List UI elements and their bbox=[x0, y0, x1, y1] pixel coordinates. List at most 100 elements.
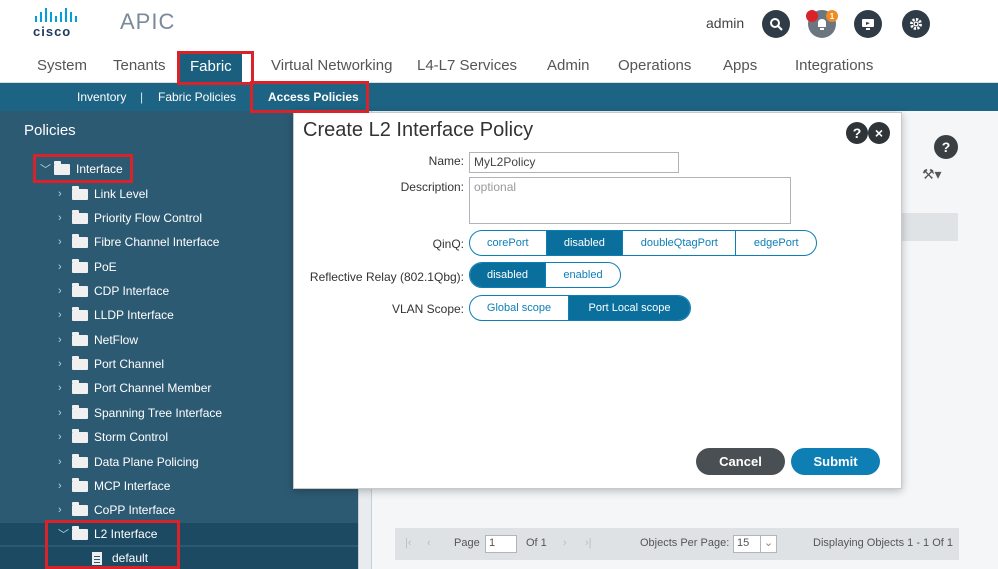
tree-label: CDP Interface bbox=[94, 284, 170, 298]
chevron-right-icon[interactable]: › bbox=[58, 309, 72, 321]
notification-count: 1 bbox=[826, 10, 838, 22]
tools-icon[interactable]: ⚒▾ bbox=[922, 166, 942, 183]
folder-icon bbox=[72, 428, 88, 443]
tree-item-cdp-interface[interactable]: › CDP Interface bbox=[58, 280, 169, 302]
tab-system[interactable]: System bbox=[37, 57, 87, 74]
chevron-down-icon[interactable]: ⌄ bbox=[760, 536, 776, 552]
chevron-right-icon[interactable]: › bbox=[58, 334, 72, 346]
submit-button[interactable]: Submit bbox=[791, 448, 880, 475]
vlan-scope-selector: Global scope Port Local scope bbox=[469, 295, 691, 321]
tab-l4-l7-services[interactable]: L4-L7 Services bbox=[417, 57, 517, 74]
folder-icon bbox=[54, 160, 70, 175]
qinq-option-coreport[interactable]: corePort bbox=[470, 231, 547, 255]
gear-icon[interactable] bbox=[902, 10, 930, 38]
chevron-right-icon[interactable]: › bbox=[58, 212, 72, 224]
tab-admin[interactable]: Admin bbox=[547, 57, 590, 74]
tree-item-fibre-channel-interface[interactable]: › Fibre Channel Interface bbox=[58, 231, 219, 253]
qinq-option-disabled[interactable]: disabled bbox=[546, 231, 624, 255]
close-icon[interactable]: × bbox=[868, 122, 890, 144]
vlan-option-port-local-scope[interactable]: Port Local scope bbox=[569, 296, 690, 320]
tree-item-l2-interface[interactable]: ﹀ L2 Interface bbox=[0, 523, 358, 545]
help-icon[interactable]: ? bbox=[846, 122, 868, 144]
subtab-access-policies[interactable]: Access Policies bbox=[268, 90, 359, 104]
dialog-title: Create L2 Interface Policy bbox=[303, 119, 534, 141]
chevron-down-icon[interactable]: ﹀ bbox=[40, 161, 54, 177]
tree-item-link-level[interactable]: › Link Level bbox=[58, 183, 148, 205]
qinq-option-doubleqtagport[interactable]: doubleQtagPort bbox=[623, 231, 737, 255]
prev-page-icon[interactable]: ‹ bbox=[427, 537, 431, 549]
subnav-separator: | bbox=[140, 90, 144, 104]
folder-icon bbox=[72, 258, 88, 273]
qinq-option-edgeport[interactable]: edgePort bbox=[736, 231, 816, 255]
screen-icon[interactable] bbox=[854, 10, 882, 38]
tab-fabric[interactable]: Fabric bbox=[180, 51, 242, 83]
reflective-relay-label: Reflective Relay (802.1Qbg): bbox=[309, 270, 464, 284]
tab-integrations[interactable]: Integrations bbox=[795, 57, 873, 74]
tree-item-port-channel-member[interactable]: › Port Channel Member bbox=[58, 377, 211, 399]
tree-label: Port Channel Member bbox=[94, 381, 212, 395]
chevron-right-icon[interactable]: › bbox=[58, 407, 72, 419]
folder-icon bbox=[72, 233, 88, 248]
tree-label: CoPP Interface bbox=[94, 503, 176, 517]
tree-label: Priority Flow Control bbox=[94, 211, 203, 225]
next-page-icon[interactable]: › bbox=[563, 537, 567, 549]
tree-label: LLDP Interface bbox=[94, 308, 174, 322]
tab-operations[interactable]: Operations bbox=[618, 57, 691, 74]
page-input[interactable]: 1 bbox=[485, 535, 517, 553]
folder-icon bbox=[72, 404, 88, 419]
reflective-option-disabled[interactable]: disabled bbox=[470, 263, 546, 287]
tree-item-copp-interface[interactable]: › CoPP Interface bbox=[58, 499, 175, 521]
folder-icon bbox=[72, 209, 88, 224]
name-label: Name: bbox=[428, 154, 464, 168]
chevron-right-icon[interactable]: › bbox=[58, 358, 72, 370]
main-nav: System Tenants Fabric Virtual Networking… bbox=[0, 47, 998, 83]
chevron-right-icon[interactable]: › bbox=[58, 431, 72, 443]
subnav-separator: | bbox=[250, 90, 254, 104]
cancel-button[interactable]: Cancel bbox=[696, 448, 785, 475]
per-page-select[interactable]: 15 ⌄ bbox=[733, 535, 777, 553]
tree-label: Interface bbox=[76, 162, 123, 176]
tab-virtual-networking[interactable]: Virtual Networking bbox=[271, 57, 392, 74]
page-label: Page bbox=[454, 537, 480, 549]
sidebar-title: Policies bbox=[24, 122, 76, 139]
subtab-fabric-policies[interactable]: Fabric Policies bbox=[158, 90, 236, 104]
user-menu[interactable]: admin bbox=[706, 15, 744, 31]
tree-item-lldp-interface[interactable]: › LLDP Interface bbox=[58, 304, 174, 326]
tab-apps[interactable]: Apps bbox=[723, 57, 757, 74]
chevron-right-icon[interactable]: › bbox=[58, 456, 72, 468]
search-icon[interactable] bbox=[762, 10, 790, 38]
chevron-right-icon[interactable]: › bbox=[58, 480, 72, 492]
first-page-icon[interactable]: |‹ bbox=[405, 537, 412, 549]
alert-dot bbox=[806, 10, 818, 22]
table-pager: |‹ ‹ Page 1 Of 1 › ›| Objects Per Page: … bbox=[395, 528, 959, 560]
chevron-right-icon[interactable]: › bbox=[58, 504, 72, 516]
tree-item-port-channel[interactable]: › Port Channel bbox=[58, 353, 164, 375]
subtab-inventory[interactable]: Inventory bbox=[77, 90, 126, 104]
chevron-down-icon[interactable]: ﹀ bbox=[58, 526, 72, 542]
chevron-right-icon[interactable]: › bbox=[58, 382, 72, 394]
chevron-right-icon[interactable]: › bbox=[58, 285, 72, 297]
tree-item-spanning-tree-interface[interactable]: › Spanning Tree Interface bbox=[58, 402, 222, 424]
description-field[interactable]: optional bbox=[469, 177, 791, 224]
tree-item-priority-flow-control[interactable]: › Priority Flow Control bbox=[58, 207, 202, 229]
help-icon[interactable]: ? bbox=[934, 135, 958, 159]
vlan-option-global-scope[interactable]: Global scope bbox=[470, 296, 569, 320]
tree-item-default[interactable]: default bbox=[0, 547, 358, 569]
folder-icon bbox=[72, 453, 88, 468]
last-page-icon[interactable]: ›| bbox=[585, 537, 592, 549]
chevron-right-icon[interactable]: › bbox=[58, 236, 72, 248]
tree-label: Fibre Channel Interface bbox=[94, 235, 220, 249]
name-field[interactable]: MyL2Policy bbox=[469, 152, 679, 173]
chevron-right-icon[interactable]: › bbox=[58, 188, 72, 200]
tree-item-interface[interactable]: ﹀ Interface bbox=[40, 158, 123, 180]
tree-item-storm-control[interactable]: › Storm Control bbox=[58, 426, 168, 448]
tree-item-netflow[interactable]: › NetFlow bbox=[58, 329, 138, 351]
tab-tenants[interactable]: Tenants bbox=[113, 57, 166, 74]
tree-item-data-plane-policing[interactable]: › Data Plane Policing bbox=[58, 451, 199, 473]
tree-item-mcp-interface[interactable]: › MCP Interface bbox=[58, 475, 170, 497]
tree-item-poe[interactable]: › PoE bbox=[58, 256, 117, 278]
reflective-option-enabled[interactable]: enabled bbox=[546, 263, 620, 287]
tree-label: Data Plane Policing bbox=[94, 455, 199, 469]
folder-icon bbox=[72, 525, 88, 540]
chevron-right-icon[interactable]: › bbox=[58, 261, 72, 273]
